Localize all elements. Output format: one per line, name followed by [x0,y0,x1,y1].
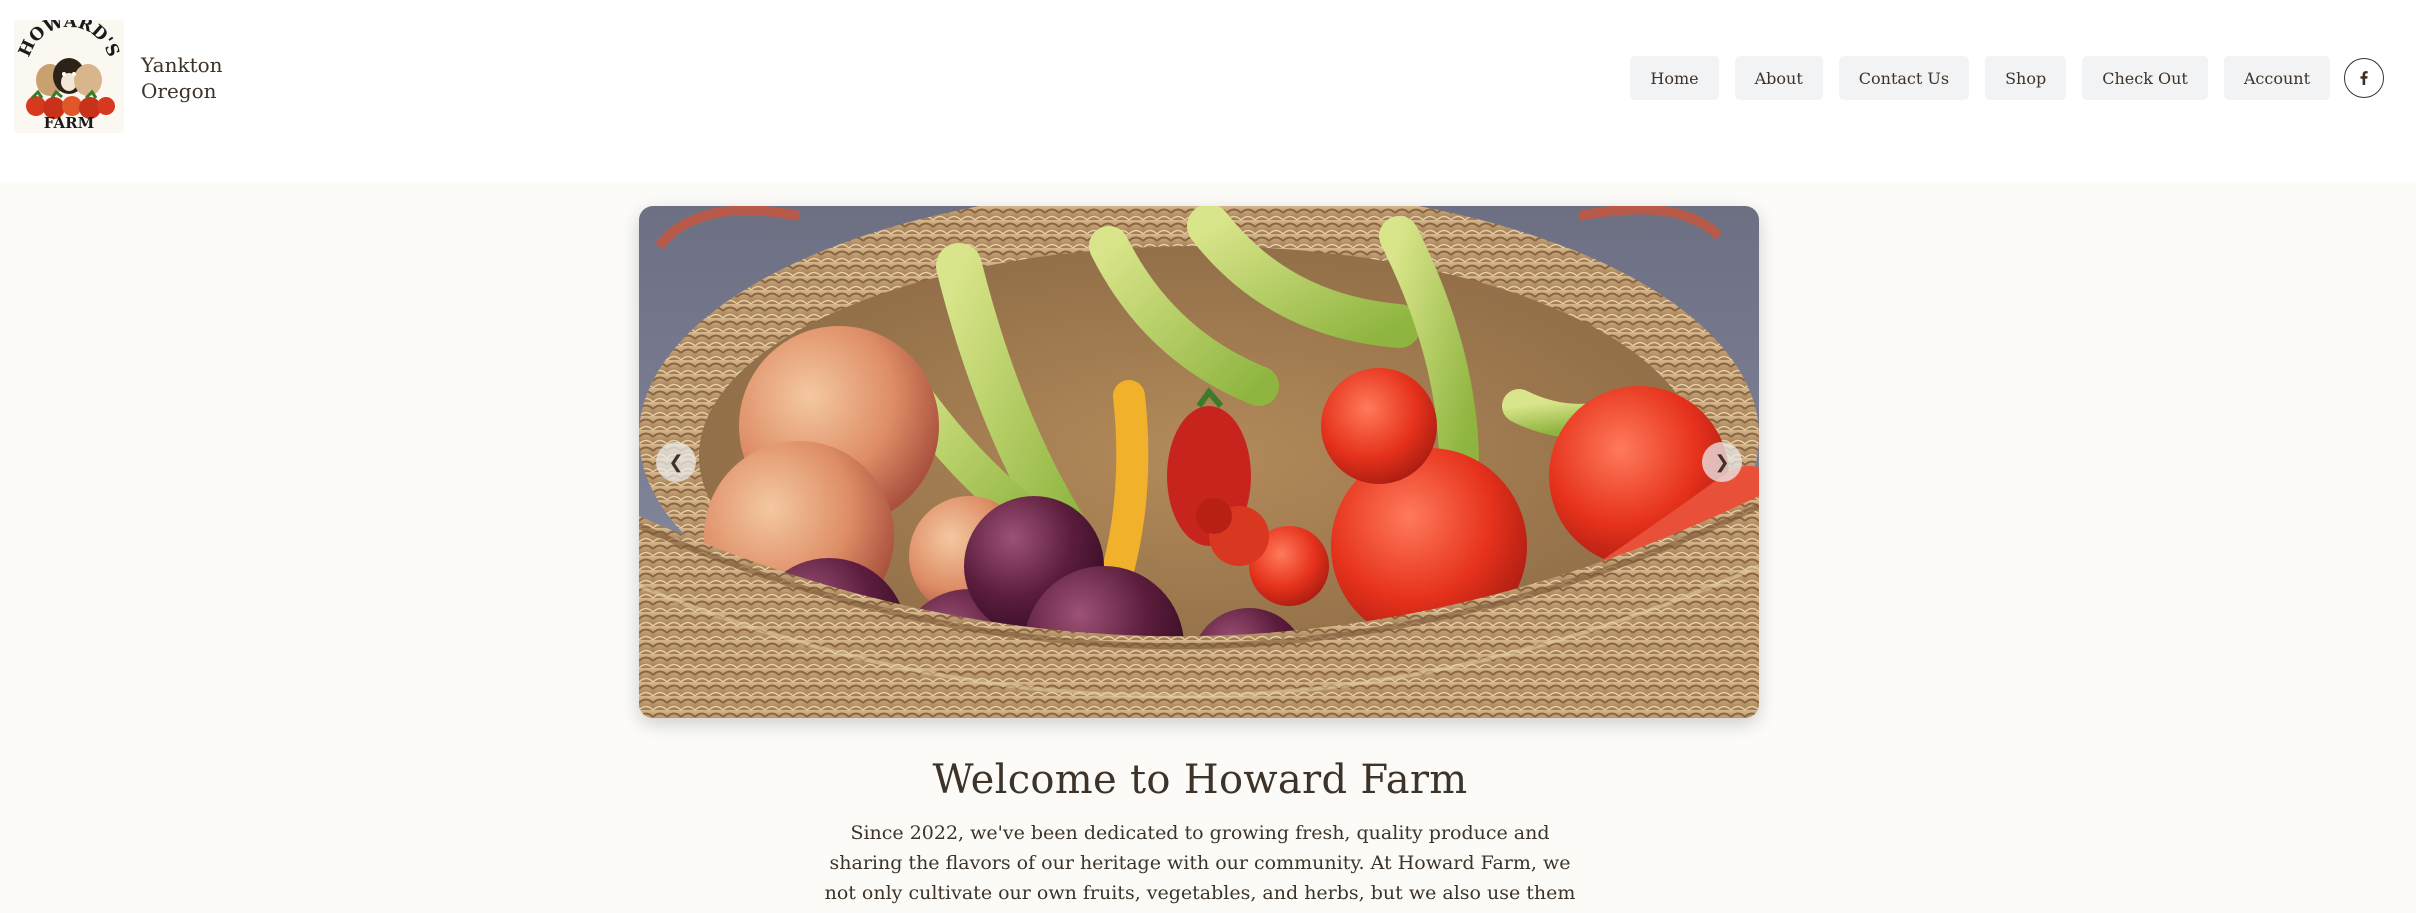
hero-image-basket [639,206,1759,718]
carousel-prev-button[interactable]: ❮ [656,442,696,482]
nav-about-button[interactable]: About [1734,56,1823,100]
welcome-body: Since 2022, we've been dedicated to grow… [824,822,1576,913]
location-city: Yankton [141,53,223,77]
location-state: Oregon [141,79,217,103]
logo-top-text: HOWARD'S [15,20,123,60]
nav-account-button[interactable]: Account [2223,56,2330,100]
logo-bottom-text: FARM [44,114,94,132]
main-nav: Home About Contact Us Shop Check Out Acc… [1630,56,2384,100]
chevron-left-icon: ❮ [668,451,684,473]
farm-location: Yankton Oregon [141,52,223,104]
site-header: HOWARD'S FARM Yankton Oregon Home About … [0,0,2416,182]
nav-checkout-button[interactable]: Check Out [2082,56,2208,100]
nav-home-button[interactable]: Home [1630,56,1719,100]
facebook-link[interactable] [2344,58,2384,98]
logo-image: HOWARD'S FARM [15,20,123,132]
hero-carousel [639,206,1759,718]
carousel-next-button[interactable]: ❯ [1702,442,1742,482]
farm-logo[interactable]: HOWARD'S FARM [14,20,124,133]
nav-contact-button[interactable]: Contact Us [1838,56,1970,100]
welcome-section: Welcome to Howard Farm Since 2022, we've… [800,752,1600,913]
chevron-right-icon: ❯ [1714,451,1730,473]
facebook-icon [2360,71,2368,85]
nav-shop-button[interactable]: Shop [1985,56,2067,100]
welcome-title: Welcome to Howard Farm [932,757,1468,803]
svg-text:HOWARD'S: HOWARD'S [15,20,123,60]
